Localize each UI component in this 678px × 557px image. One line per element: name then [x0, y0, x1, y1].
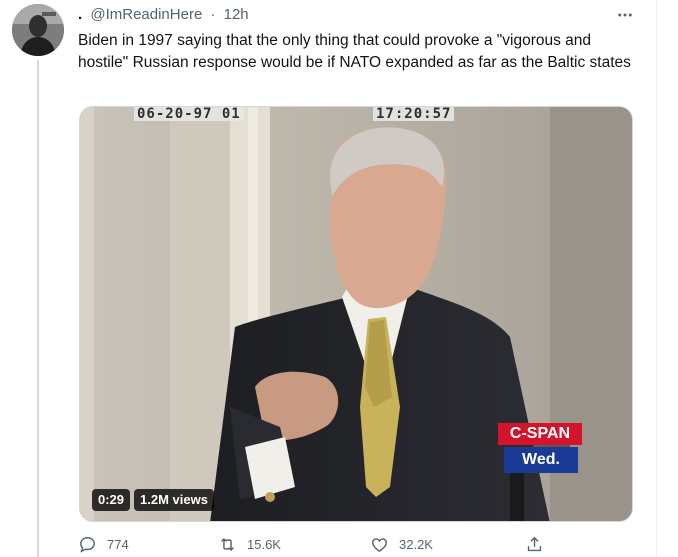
retweet-count: 15.6K: [247, 536, 281, 552]
view-count: 1.2M views: [134, 489, 214, 511]
reply-icon: [80, 536, 95, 553]
tweet[interactable]: . @ImReadinHere · 12h Biden in 1997 sayi…: [0, 0, 678, 557]
tweet-text: Biden in 1997 saying that the only thing…: [78, 32, 631, 71]
share-icon: [527, 536, 542, 551]
cspan-day: Wed.: [504, 447, 578, 473]
tweet-actions: 774 15.6K 32.2K: [78, 533, 558, 555]
user-handle[interactable]: @ImReadinHere: [90, 6, 202, 23]
share-button[interactable]: [525, 533, 544, 555]
vcr-time-overlay: 17:20:57: [373, 107, 455, 121]
video-player[interactable]: 06-20-97 01 17:20:57 C-SPAN Wed. 0:29 1.…: [79, 106, 633, 522]
like-button[interactable]: 32.2K: [370, 533, 433, 555]
video-overlay: 0:29 1.2M views: [92, 489, 214, 511]
vcr-date-overlay: 06-20-97 01: [134, 107, 244, 121]
retweet-button[interactable]: 15.6K: [218, 533, 281, 555]
cspan-network: C-SPAN: [498, 423, 582, 445]
reply-button[interactable]: 774: [78, 533, 129, 555]
header-separator: ·: [210, 6, 216, 23]
avatar[interactable]: [12, 4, 64, 56]
cspan-logo: C-SPAN Wed.: [498, 423, 582, 475]
tweet-time[interactable]: 12h: [224, 6, 249, 23]
timeline-border: [656, 0, 657, 557]
thread-line: [37, 60, 39, 557]
more-options-button[interactable]: [614, 4, 636, 26]
tweet-header: . @ImReadinHere · 12h: [78, 4, 249, 26]
reply-count: 774: [107, 536, 129, 552]
retweet-icon: [221, 537, 234, 551]
video-duration: 0:29: [92, 489, 131, 511]
more-horizontal-icon: [618, 13, 632, 17]
like-count: 32.2K: [399, 536, 433, 552]
like-icon: [372, 537, 387, 552]
display-name[interactable]: .: [78, 6, 82, 23]
